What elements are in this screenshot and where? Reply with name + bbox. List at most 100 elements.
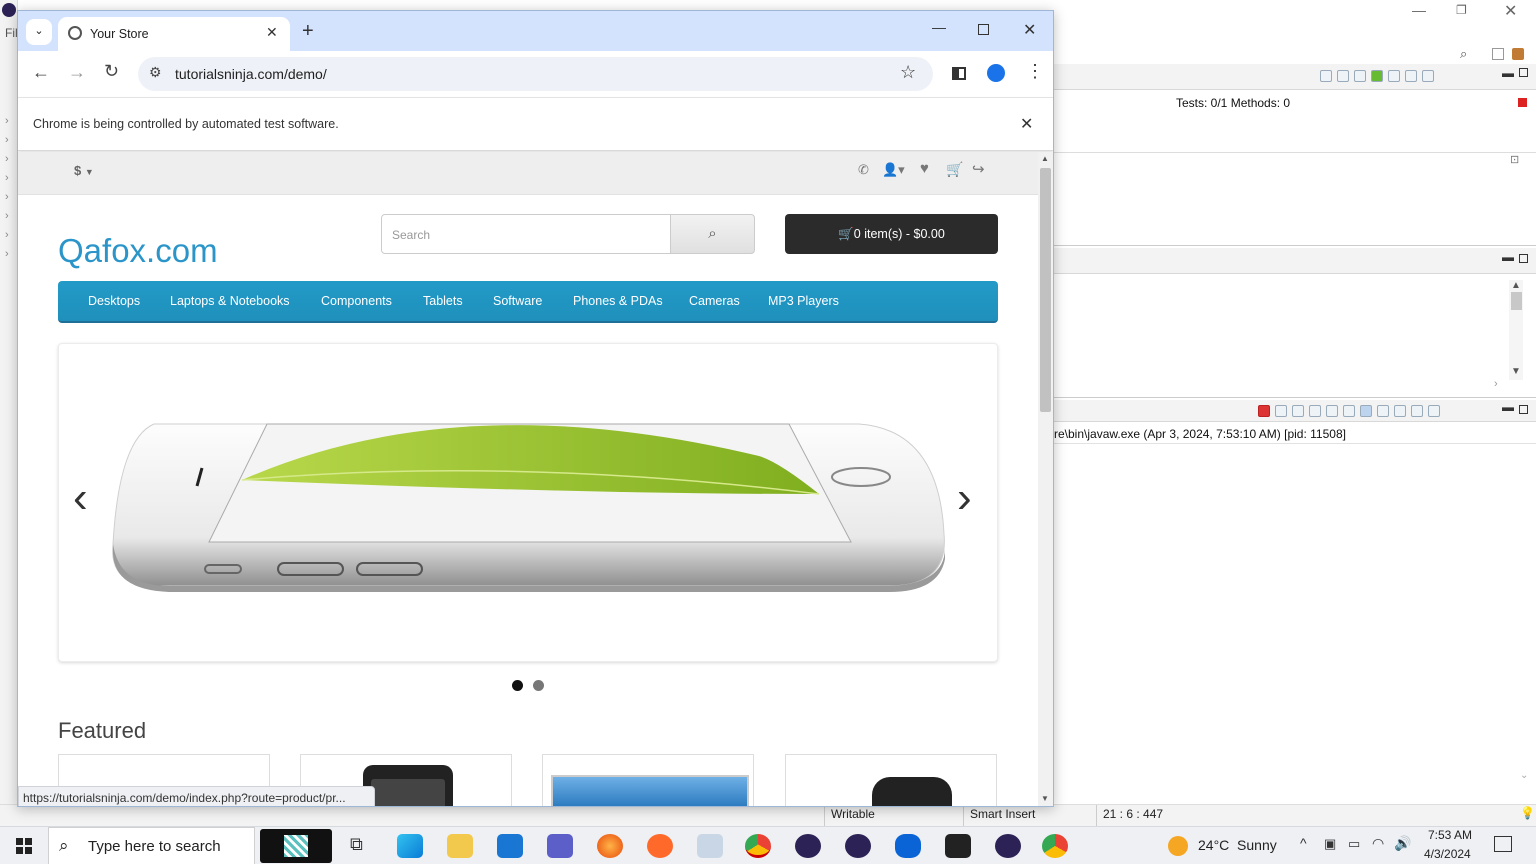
hero-slider[interactable]: ‹ ›: [58, 343, 998, 662]
perspective-icon[interactable]: [1492, 48, 1504, 60]
display-console-icon[interactable]: [1411, 405, 1423, 417]
slider-dot-1[interactable]: [512, 680, 523, 691]
profile-avatar-icon[interactable]: [987, 64, 1005, 82]
edge-icon[interactable]: [397, 834, 423, 858]
eclipse-menu-fragment[interactable]: Fil: [5, 26, 18, 40]
search-highlight-image[interactable]: [260, 829, 332, 863]
menu-laptops-notebooks[interactable]: Laptops & Notebooks: [170, 294, 290, 308]
site-info-icon[interactable]: ⚙: [149, 64, 162, 81]
cart-button[interactable]: 🛒0 item(s) - $0.00: [785, 214, 998, 254]
word-wrap-icon[interactable]: [1343, 405, 1355, 417]
slider-next-icon[interactable]: ›: [957, 476, 972, 520]
close-window-icon[interactable]: ✕: [1023, 20, 1036, 40]
forward-icon[interactable]: →: [68, 62, 86, 83]
minimize-icon[interactable]: —: [1412, 2, 1426, 18]
show-hidden-icons-icon[interactable]: ^: [1300, 835, 1307, 851]
open-console-icon[interactable]: [1428, 405, 1440, 417]
app-installer-icon[interactable]: [697, 834, 723, 858]
minimize-view-icon[interactable]: ▬: [1502, 66, 1514, 80]
scroll-lock-icon[interactable]: [1326, 405, 1338, 417]
tab-your-store[interactable]: Your Store ✕: [58, 17, 290, 51]
reload-icon[interactable]: ↻: [104, 61, 119, 82]
clock-date[interactable]: 4/3/2024: [1424, 847, 1471, 861]
run-icon[interactable]: [1371, 70, 1383, 82]
layout-icon[interactable]: [1422, 70, 1434, 82]
maximize-view-icon[interactable]: [1519, 405, 1528, 414]
close-infobar-icon[interactable]: ✕: [1020, 114, 1033, 134]
wifi-icon[interactable]: ◠: [1372, 835, 1384, 852]
maximize-view-icon[interactable]: [1519, 254, 1528, 263]
side-panel-icon[interactable]: [952, 67, 966, 80]
tab-search-button[interactable]: ⌄: [26, 19, 52, 45]
search-input[interactable]: Search: [381, 214, 671, 254]
pane-scrollbar[interactable]: ▲ ▼: [1509, 280, 1523, 380]
checkout-share-icon[interactable]: ↪: [972, 160, 985, 178]
store-logo[interactable]: Qafox.com: [58, 232, 218, 270]
slider-dot-2[interactable]: [533, 680, 544, 691]
tree-expanders[interactable]: › › › › › › › ›: [5, 112, 9, 264]
postman-icon[interactable]: [647, 834, 673, 858]
product-card[interactable]: [785, 754, 997, 806]
scroll-up-icon[interactable]: ▲: [1511, 280, 1521, 291]
battery-icon[interactable]: ▭: [1348, 836, 1360, 852]
prev-failure-icon[interactable]: [1354, 70, 1366, 82]
back-icon[interactable]: ←: [32, 62, 50, 83]
teams-icon[interactable]: [547, 834, 573, 858]
history-icon[interactable]: [1388, 70, 1400, 82]
firefox-icon[interactable]: [597, 834, 623, 858]
clock-time[interactable]: 7:53 AM: [1428, 828, 1472, 842]
chrome-icon[interactable]: [745, 834, 771, 858]
taskbar-search-box[interactable]: ⌕ Type here to search: [48, 827, 255, 864]
scroll-up-icon[interactable]: ▲: [1041, 154, 1049, 163]
phone-icon[interactable]: ✆: [858, 162, 869, 178]
scroll-down-icon[interactable]: ▼: [1511, 366, 1521, 377]
remove-launch-icon[interactable]: [1275, 405, 1287, 417]
shopping-cart-icon[interactable]: 🛒: [946, 161, 963, 178]
pane-menu-icon[interactable]: ⊡: [1510, 153, 1519, 166]
filter-icon[interactable]: [1405, 70, 1417, 82]
next-failure-icon[interactable]: [1337, 70, 1349, 82]
minimize-view-icon[interactable]: ▬: [1502, 250, 1514, 264]
second-pane[interactable]: ▲ ▼ ›: [1054, 274, 1536, 398]
scroll-thumb[interactable]: [1511, 292, 1522, 310]
console-output[interactable]: ⌄: [1054, 444, 1536, 804]
scroll-right-icon[interactable]: ›: [1494, 378, 1498, 390]
rerun-icon[interactable]: [1320, 70, 1332, 82]
clear-console-icon[interactable]: [1309, 405, 1321, 417]
menu-cameras[interactable]: Cameras: [689, 294, 740, 308]
menu-mp3-players[interactable]: MP3 Players: [768, 294, 839, 308]
eclipse-icon[interactable]: [795, 834, 821, 858]
slider-prev-icon[interactable]: ‹: [73, 476, 88, 520]
menu-phones-pdas[interactable]: Phones & PDAs: [573, 294, 663, 308]
testng-tree-pane[interactable]: ⊡: [1054, 152, 1536, 246]
search-button[interactable]: ⌕: [670, 214, 755, 254]
close-tab-icon[interactable]: ✕: [266, 24, 278, 41]
url-text[interactable]: tutorialsninja.com/demo/: [175, 66, 327, 82]
sun-weather-icon[interactable]: [1168, 836, 1188, 856]
product-card[interactable]: [542, 754, 754, 806]
maximize-icon[interactable]: [978, 24, 989, 35]
bluetooth-icon[interactable]: [895, 834, 921, 858]
mail-icon[interactable]: [497, 834, 523, 858]
remove-all-icon[interactable]: [1292, 405, 1304, 417]
close-icon[interactable]: ✕: [1504, 1, 1517, 21]
device-icon[interactable]: ▣: [1324, 836, 1336, 852]
pin-console-icon[interactable]: [1394, 405, 1406, 417]
menu-tablets[interactable]: Tablets: [423, 294, 463, 308]
eclipse-icon[interactable]: [845, 834, 871, 858]
java-perspective-icon[interactable]: [1512, 48, 1524, 60]
volume-icon[interactable]: 🔊: [1394, 835, 1411, 852]
wishlist-heart-icon[interactable]: ♥: [920, 160, 929, 177]
notifications-icon[interactable]: [1494, 836, 1512, 852]
bookmark-star-icon[interactable]: ☆: [900, 62, 916, 83]
restore-icon[interactable]: ❐: [1456, 3, 1467, 17]
my-account-icon[interactable]: 👤▾: [882, 162, 905, 178]
page-scrollbar[interactable]: ▲ ▼: [1038, 152, 1053, 806]
currency-dropdown[interactable]: $ ▼: [74, 163, 94, 178]
minimize-icon[interactable]: —: [932, 19, 946, 35]
new-tab-icon[interactable]: +: [302, 20, 314, 43]
scroll-thumb[interactable]: [1040, 168, 1051, 412]
terminate-icon[interactable]: [1258, 405, 1270, 417]
scroll-down-icon[interactable]: ⌄: [1520, 770, 1528, 781]
menu-software[interactable]: Software: [493, 294, 542, 308]
